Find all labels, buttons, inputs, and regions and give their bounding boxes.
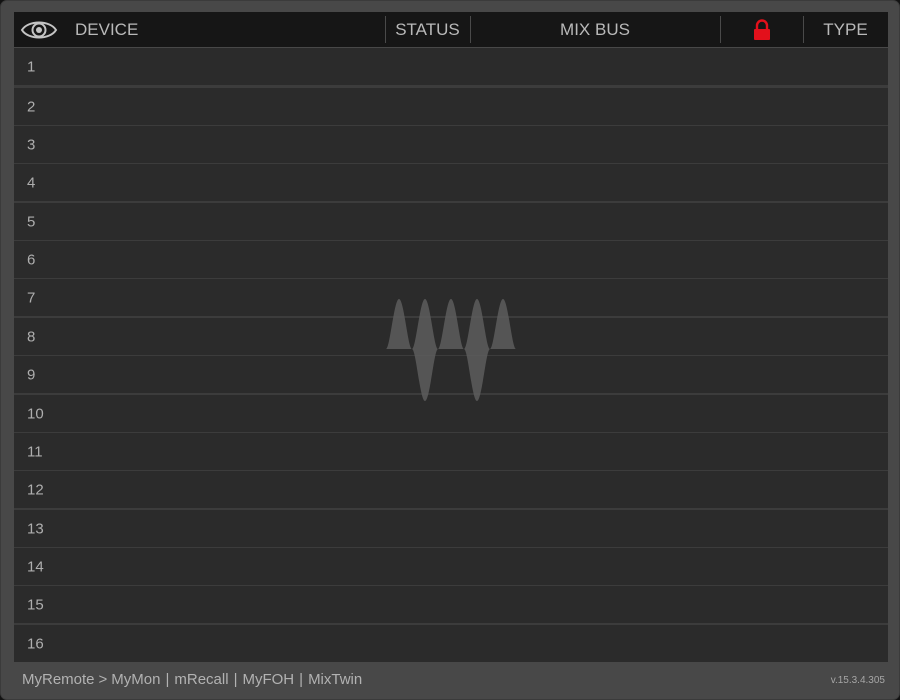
row-number: 5	[27, 213, 36, 230]
app-window: DEVICE STATUS MIX BUS TYPE 1 2 3 4 5 6 7 8 9 10 11…	[0, 0, 900, 700]
device-row[interactable]: 8	[14, 318, 888, 355]
column-header-device[interactable]: DEVICE	[75, 12, 138, 47]
device-row[interactable]: 1	[14, 48, 888, 85]
nav-separator: >	[98, 671, 108, 688]
row-number: 6	[27, 251, 36, 268]
row-number: 15	[27, 596, 44, 613]
lock-button[interactable]	[720, 12, 803, 47]
app-navigation: MyRemote > MyMon | mRecall | MyFOH | MixTwin	[22, 671, 362, 688]
device-row[interactable]: 16	[14, 625, 888, 662]
device-row[interactable]: 13	[14, 510, 888, 547]
device-row[interactable]: 14	[14, 548, 888, 585]
nav-link-myremote[interactable]: MyRemote	[22, 671, 95, 688]
nav-divider: |	[299, 671, 304, 688]
row-number: 1	[27, 58, 36, 75]
device-row[interactable]: 9	[14, 356, 888, 393]
column-header-status[interactable]: STATUS	[385, 12, 470, 47]
row-number: 4	[27, 174, 36, 191]
device-row[interactable]: 4	[14, 164, 888, 201]
row-number: 3	[27, 136, 36, 153]
device-row[interactable]: 6	[14, 241, 888, 278]
row-number: 9	[27, 366, 36, 383]
nav-divider: |	[233, 671, 238, 688]
device-list: 1 2 3 4 5 6 7 8 9 10 11 12 13 14 15 16	[14, 48, 888, 662]
lock-icon	[753, 18, 770, 40]
device-row[interactable]: 3	[14, 126, 888, 163]
device-row[interactable]: 10	[14, 395, 888, 432]
column-header-type[interactable]: TYPE	[803, 12, 888, 47]
table-header: DEVICE STATUS MIX BUS TYPE	[14, 12, 888, 47]
device-row[interactable]: 12	[14, 471, 888, 508]
nav-divider: |	[165, 671, 170, 688]
device-row[interactable]: 11	[14, 433, 888, 470]
nav-link-mrecall[interactable]: mRecall	[174, 671, 228, 688]
nav-link-mixtwin[interactable]: MixTwin	[308, 671, 362, 688]
version-label: v.15.3.4.305	[830, 675, 885, 686]
row-number: 7	[27, 289, 36, 306]
nav-link-mymon[interactable]: MyMon	[111, 671, 160, 688]
device-row[interactable]: 7	[14, 279, 888, 316]
row-number: 2	[27, 98, 36, 115]
device-row[interactable]: 2	[14, 88, 888, 125]
row-number: 11	[27, 443, 43, 460]
row-number: 8	[27, 328, 36, 345]
column-header-mix-bus[interactable]: MIX BUS	[470, 12, 720, 47]
footer-bar: MyRemote > MyMon | mRecall | MyFOH | MixTwin v.1…	[1, 662, 899, 699]
visibility-toggle[interactable]	[20, 12, 58, 47]
device-row[interactable]: 15	[14, 586, 888, 623]
row-number: 13	[27, 520, 44, 537]
device-row[interactable]: 5	[14, 203, 888, 240]
row-number: 10	[27, 405, 44, 422]
nav-link-myfoh[interactable]: MyFOH	[242, 671, 294, 688]
row-number: 12	[27, 481, 44, 498]
row-number: 14	[27, 558, 44, 575]
row-number: 16	[27, 635, 44, 652]
eye-icon	[20, 21, 58, 38]
